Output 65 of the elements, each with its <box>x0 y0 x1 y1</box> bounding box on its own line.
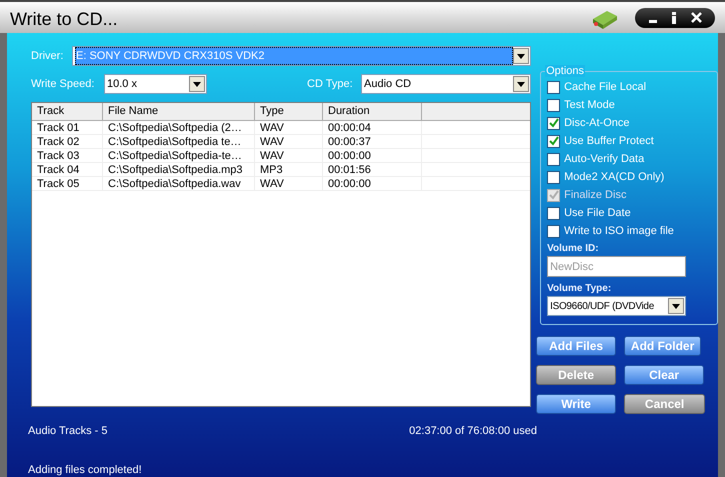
option-label: Mode2 XA(CD Only) <box>564 170 664 185</box>
option-label: Write to ISO image file <box>564 224 674 239</box>
close-icon[interactable] <box>690 12 702 23</box>
window-title: Write to CD... <box>10 8 119 31</box>
table-cell: WAV <box>255 121 323 134</box>
checkbox[interactable] <box>547 134 560 148</box>
caret-icon <box>672 304 680 308</box>
field-label: Write Speed: <box>31 76 96 92</box>
table-cell: WAV <box>255 177 323 190</box>
checkbox[interactable] <box>547 206 560 220</box>
space-used: 02:37:00 of 76:08:00 used <box>409 424 537 439</box>
status-text: Adding files completed! <box>27 462 143 477</box>
table-cell: WAV <box>255 135 323 148</box>
field-label: CD Type: <box>307 76 354 92</box>
field-label: Volume ID: <box>547 242 600 256</box>
checkbox[interactable] <box>547 98 560 112</box>
table-cell: 00:00:37 <box>323 135 422 148</box>
option-label: Use Buffer Protect <box>564 134 654 149</box>
table-cell: Track 03 <box>32 149 103 162</box>
field-label: Volume Type: <box>547 282 612 296</box>
dropdown[interactable]: Audio CD <box>361 74 532 94</box>
info-icon[interactable] <box>672 12 676 24</box>
track-count: Audio Tracks - 5 <box>28 424 108 439</box>
column-header[interactable]: Track <box>32 103 103 120</box>
dropdown-button[interactable] <box>513 76 530 92</box>
option-label: Auto-Verify Data <box>564 152 644 167</box>
table-cell: Track 01 <box>32 121 103 134</box>
table-cell: C:\Softpedia\Softpedia (2… <box>103 121 255 134</box>
input-field[interactable]: NewDisc <box>547 256 686 277</box>
table-cell: 00:00:00 <box>323 149 422 162</box>
table-cell: C:\Softpedia\Softpedia.wav <box>103 177 255 190</box>
dropdown[interactable]: ISO9660/UDF (DVDVide <box>547 296 686 316</box>
column-header[interactable]: Duration <box>323 103 422 120</box>
table-cell: C:\Softpedia\Softpedia-te… <box>103 149 255 162</box>
table-cell: C:\Softpedia\Softpedia te… <box>103 135 255 148</box>
option-label: Cache File Local <box>564 80 646 95</box>
checkbox[interactable] <box>547 224 560 238</box>
checkbox[interactable] <box>547 152 560 166</box>
checkbox[interactable] <box>547 170 560 184</box>
dropdown-button[interactable] <box>189 76 205 92</box>
table-cell: Track 05 <box>32 177 103 190</box>
caret-icon <box>517 54 526 58</box>
field-label: Driver: <box>31 48 64 64</box>
table-cell: Track 04 <box>32 163 103 176</box>
table-cell: 00:00:00 <box>323 177 422 190</box>
dropdown[interactable]: 10.0 x <box>104 74 207 94</box>
table-cell: MP3 <box>255 163 323 176</box>
table-cell: Track 02 <box>32 135 103 148</box>
checkbox[interactable] <box>547 116 560 130</box>
table-cell: 00:00:04 <box>323 121 422 134</box>
caret-icon <box>193 82 201 86</box>
dropdown-button[interactable] <box>668 298 684 314</box>
option-label: Disc-At-Once <box>564 116 630 131</box>
caret-icon <box>517 82 526 86</box>
table-cell: WAV <box>255 149 323 162</box>
dropdown-button[interactable] <box>513 48 530 64</box>
column-header[interactable]: Type <box>255 103 323 120</box>
column-header[interactable]: File Name <box>103 103 255 120</box>
option-label: Finalize Disc <box>564 188 626 203</box>
table-cell: C:\Softpedia\Softpedia.mp3 <box>103 163 255 176</box>
group-title: Options <box>545 65 586 77</box>
option-label: Test Mode <box>564 98 615 113</box>
checkbox[interactable] <box>547 80 560 94</box>
table-cell: 00:01:56 <box>323 163 422 176</box>
option-label: Use File Date <box>564 206 631 221</box>
